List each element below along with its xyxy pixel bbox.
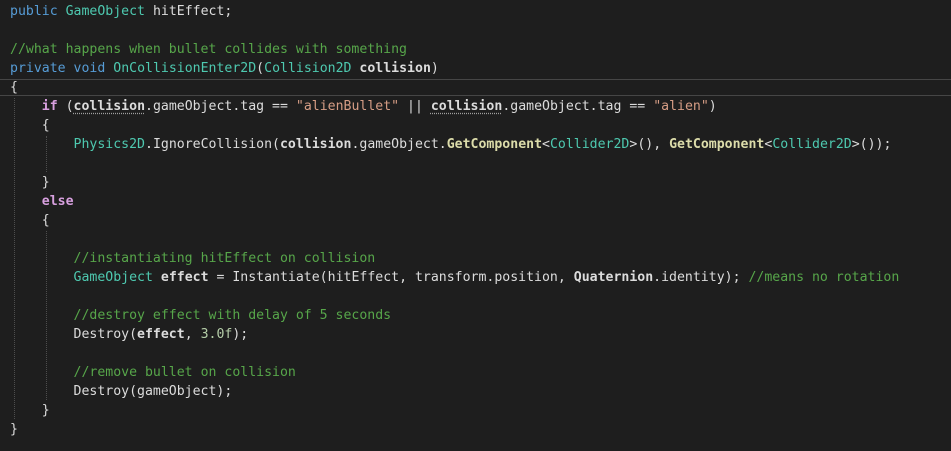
code-token: { — [10, 80, 18, 95]
code-token: } — [10, 403, 50, 418]
code-token: ( — [256, 61, 265, 76]
code-token: //instantiating hitEffect on collision — [73, 251, 376, 266]
code-editor[interactable]: public GameObject hitEffect; //what happe… — [0, 0, 951, 451]
code-token: >(), — [629, 137, 670, 152]
code-line[interactable]: } — [10, 173, 50, 192]
code-line[interactable]: } — [10, 420, 18, 439]
code-token: Destroy(gameObject); — [10, 384, 233, 399]
code-line[interactable]: Destroy(effect, 3.0f); — [10, 325, 249, 344]
code-token: hitEffect; — [145, 4, 233, 19]
code-token: "alienBullet" — [295, 99, 400, 114]
code-token: //means no rotation — [748, 270, 900, 285]
code-token: } — [10, 422, 18, 437]
code-line[interactable]: else — [10, 192, 74, 211]
code-line[interactable]: //instantiating hitEffect on collision — [10, 249, 376, 268]
code-line[interactable]: //destroy effect with delay of 5 seconds — [10, 306, 392, 325]
code-token: //what happens when bullet collides with… — [10, 42, 407, 57]
code-token: if — [41, 99, 58, 114]
code-line[interactable]: { — [10, 116, 50, 135]
code-token: effect — [160, 270, 209, 285]
code-token: .identity); — [653, 270, 749, 285]
code-token: ( — [57, 99, 74, 114]
code-token: public — [10, 4, 58, 19]
code-token: collision — [359, 61, 431, 76]
code-token: = Instantiate(hitEffect, transform.posit… — [208, 270, 574, 285]
code-token: GetComponent — [669, 137, 765, 152]
code-token: GameObject — [65, 4, 145, 19]
code-line[interactable]: Destroy(gameObject); — [10, 382, 233, 401]
code-line[interactable]: //remove bullet on collision — [10, 363, 296, 382]
code-line[interactable]: public GameObject hitEffect; — [10, 2, 232, 21]
code-line[interactable]: { — [10, 78, 18, 97]
code-token: //remove bullet on collision — [73, 365, 296, 380]
code-line[interactable]: } — [10, 401, 50, 420]
code-token: OnCollisionEnter2D — [113, 61, 257, 76]
code-line[interactable]: //what happens when bullet collides with… — [10, 40, 407, 59]
code-token: void — [73, 61, 106, 76]
code-token: collision — [430, 99, 503, 114]
code-token: || — [399, 99, 431, 114]
code-token: Quaternion — [573, 270, 654, 285]
code-token: Collider2D — [549, 137, 630, 152]
code-token: < — [542, 137, 550, 152]
code-token: Physics2D — [73, 137, 145, 152]
code-token: collision — [279, 137, 352, 152]
code-token: effect — [137, 327, 185, 342]
code-token: "alien" — [653, 99, 709, 114]
code-line[interactable]: private void OnCollisionEnter2D(Collisio… — [10, 59, 439, 78]
code-token: GetComponent — [446, 137, 543, 152]
code-token: //destroy effect with delay of 5 seconds — [73, 308, 392, 323]
code-token: collision — [73, 99, 146, 114]
code-token: { — [10, 118, 50, 133]
code-token: private — [10, 61, 66, 76]
code-token: ) — [708, 99, 717, 114]
code-line[interactable]: { — [10, 211, 50, 230]
code-token: .gameObject.tag == — [145, 99, 296, 114]
code-token: } — [10, 175, 50, 190]
code-token: { — [10, 213, 50, 228]
code-line[interactable]: Physics2D.IgnoreCollision(collision.game… — [10, 135, 892, 154]
code-token: .IgnoreCollision( — [145, 137, 280, 152]
code-token: Collision2D — [264, 61, 352, 76]
code-line[interactable]: GameObject effect = Instantiate(hitEffec… — [10, 268, 900, 287]
code-token: GameObject — [73, 270, 153, 285]
code-token: ); — [232, 327, 249, 342]
code-token: Collider2D — [772, 137, 852, 152]
code-token: , — [184, 327, 201, 342]
code-token: ) — [430, 61, 439, 76]
code-token: .gameObject.tag == — [502, 99, 654, 114]
current-line-highlight — [0, 79, 951, 96]
code-token: 3.0f — [200, 327, 233, 342]
code-line[interactable]: if (collision.gameObject.tag == "alienBu… — [10, 97, 717, 116]
code-token: Destroy( — [10, 327, 138, 342]
code-token: .gameObject. — [351, 137, 447, 152]
code-token: >()); — [851, 137, 892, 152]
code-token: else — [41, 194, 74, 209]
